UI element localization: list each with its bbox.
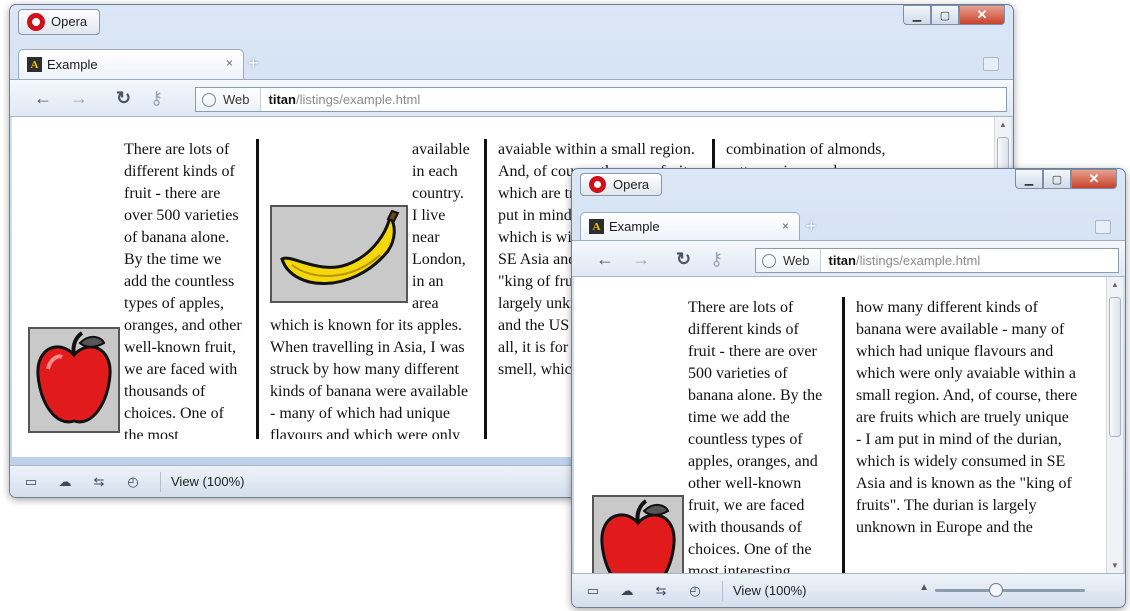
globe-icon bbox=[762, 253, 776, 268]
maximize-button[interactable]: ▢ bbox=[1043, 169, 1071, 189]
scrollbar-thumb[interactable] bbox=[1109, 297, 1121, 437]
tab-example[interactable]: A Example × bbox=[18, 49, 244, 79]
zoom-slider[interactable] bbox=[935, 583, 1085, 597]
window-controls: ▁ ▢ ✕ bbox=[1015, 169, 1117, 189]
turbo-icon[interactable]: ◴ bbox=[682, 583, 708, 599]
search-engine-label: Web bbox=[783, 253, 810, 268]
url-text[interactable]: titan/listings/example.html bbox=[821, 253, 981, 268]
opera-menu-button[interactable]: Opera bbox=[580, 173, 663, 196]
url-host: titan bbox=[268, 92, 296, 107]
address-bar[interactable]: Web titan/listings/example.html bbox=[755, 248, 1119, 273]
turbo-icon[interactable]: ◴ bbox=[120, 474, 146, 490]
close-window-button[interactable]: ✕ bbox=[1071, 169, 1117, 189]
url-path: /listings/example.html bbox=[855, 253, 981, 268]
url-path: /listings/example.html bbox=[295, 92, 421, 107]
panel-toggle-icon[interactable]: ▭ bbox=[18, 474, 44, 490]
address-bar[interactable]: Web titan/listings/example.html bbox=[195, 87, 1007, 112]
page-content: There are lots of different kinds of fru… bbox=[574, 277, 1123, 573]
scroll-up-icon[interactable]: ▲ bbox=[999, 120, 1007, 129]
zoom-out-icon[interactable]: ▲ bbox=[919, 582, 929, 593]
navigation-toolbar: ← → ↻ ⚷ Web titan/listings/example.html bbox=[572, 240, 1125, 277]
reload-icon[interactable]: ↻ bbox=[116, 88, 131, 108]
site-favicon-icon: A bbox=[27, 57, 42, 72]
tab-bar: A Example × + bbox=[572, 212, 1125, 240]
opera-logo-icon bbox=[27, 13, 45, 31]
search-engine-label: Web bbox=[223, 92, 250, 107]
navigation-toolbar: ← → ↻ ⚷ Web titan/listings/example.html bbox=[10, 79, 1013, 117]
scroll-down-icon[interactable]: ▼ bbox=[1111, 561, 1119, 570]
new-tab-button[interactable]: + bbox=[248, 53, 259, 74]
text-column-1: There are lots of different kinds of fru… bbox=[592, 297, 842, 573]
back-arrow-icon[interactable]: ← bbox=[596, 249, 614, 269]
close-window-button[interactable]: ✕ bbox=[959, 5, 1005, 25]
search-engine-button[interactable]: Web bbox=[196, 88, 261, 111]
tab-label: Example bbox=[47, 57, 98, 72]
key-icon[interactable]: ⚷ bbox=[710, 249, 723, 269]
tab-close-icon[interactable]: × bbox=[226, 56, 233, 70]
tab-example[interactable]: A Example × bbox=[580, 212, 800, 240]
tab-bar: A Example × + bbox=[10, 49, 1013, 79]
globe-icon bbox=[202, 92, 216, 107]
text-column-1: There are lots of different kinds of fru… bbox=[28, 139, 256, 439]
opera-menu-button[interactable]: Opera bbox=[18, 9, 101, 35]
url-text[interactable]: titan/listings/example.html bbox=[261, 92, 421, 107]
unite-icon[interactable]: ⇆ bbox=[648, 583, 674, 599]
maximize-button[interactable]: ▢ bbox=[931, 5, 959, 25]
zoom-label[interactable]: View (100%) bbox=[733, 583, 806, 598]
window-controls: ▁ ▢ ✕ bbox=[903, 5, 1005, 25]
opera-logo-icon bbox=[589, 176, 606, 193]
vertical-scrollbar[interactable]: ▲ ▼ bbox=[1106, 277, 1123, 573]
banana-image bbox=[270, 205, 408, 303]
column-text: how many different kinds of banana were … bbox=[856, 299, 1078, 536]
minimize-button[interactable]: ▁ bbox=[1015, 169, 1043, 189]
tab-label: Example bbox=[609, 219, 660, 234]
trash-icon[interactable] bbox=[983, 57, 999, 71]
status-divider bbox=[722, 580, 723, 601]
scroll-up-icon[interactable]: ▲ bbox=[1111, 280, 1119, 289]
cloud-icon[interactable]: ☁ bbox=[52, 474, 78, 490]
forward-arrow-icon[interactable]: → bbox=[632, 249, 650, 269]
search-engine-button[interactable]: Web bbox=[756, 249, 821, 272]
forward-arrow-icon[interactable]: → bbox=[70, 88, 88, 108]
unite-icon[interactable]: ⇆ bbox=[86, 474, 112, 490]
zoom-slider-handle[interactable] bbox=[989, 583, 1003, 597]
apple-image bbox=[28, 327, 120, 433]
front-browser-window: Opera ▁ ▢ ✕ A Example × + ← → ↻ ⚷ Web ti… bbox=[571, 168, 1126, 608]
zoom-label[interactable]: View (100%) bbox=[171, 474, 244, 489]
cloud-icon[interactable]: ☁ bbox=[614, 583, 640, 599]
reload-icon[interactable]: ↻ bbox=[676, 249, 691, 269]
site-favicon-icon: A bbox=[589, 219, 604, 234]
status-divider bbox=[160, 471, 161, 492]
new-tab-button[interactable]: + bbox=[806, 216, 817, 237]
minimize-button[interactable]: ▁ bbox=[903, 5, 931, 25]
opera-menu-label: Opera bbox=[51, 14, 88, 29]
back-arrow-icon[interactable]: ← bbox=[34, 88, 52, 108]
panel-toggle-icon[interactable]: ▭ bbox=[580, 583, 606, 599]
trash-icon[interactable] bbox=[1095, 220, 1111, 234]
status-bar: ▭ ☁ ⇆ ◴ View (100%) ▲ bbox=[572, 573, 1125, 607]
apple-image bbox=[592, 495, 684, 573]
text-column-2: available in each country. I live near L… bbox=[256, 139, 484, 439]
opera-menu-label: Opera bbox=[613, 177, 650, 192]
url-host: titan bbox=[828, 253, 856, 268]
tab-close-icon[interactable]: × bbox=[782, 219, 789, 233]
key-icon[interactable]: ⚷ bbox=[150, 88, 163, 108]
text-column-2: how many different kinds of banana were … bbox=[842, 297, 1092, 573]
